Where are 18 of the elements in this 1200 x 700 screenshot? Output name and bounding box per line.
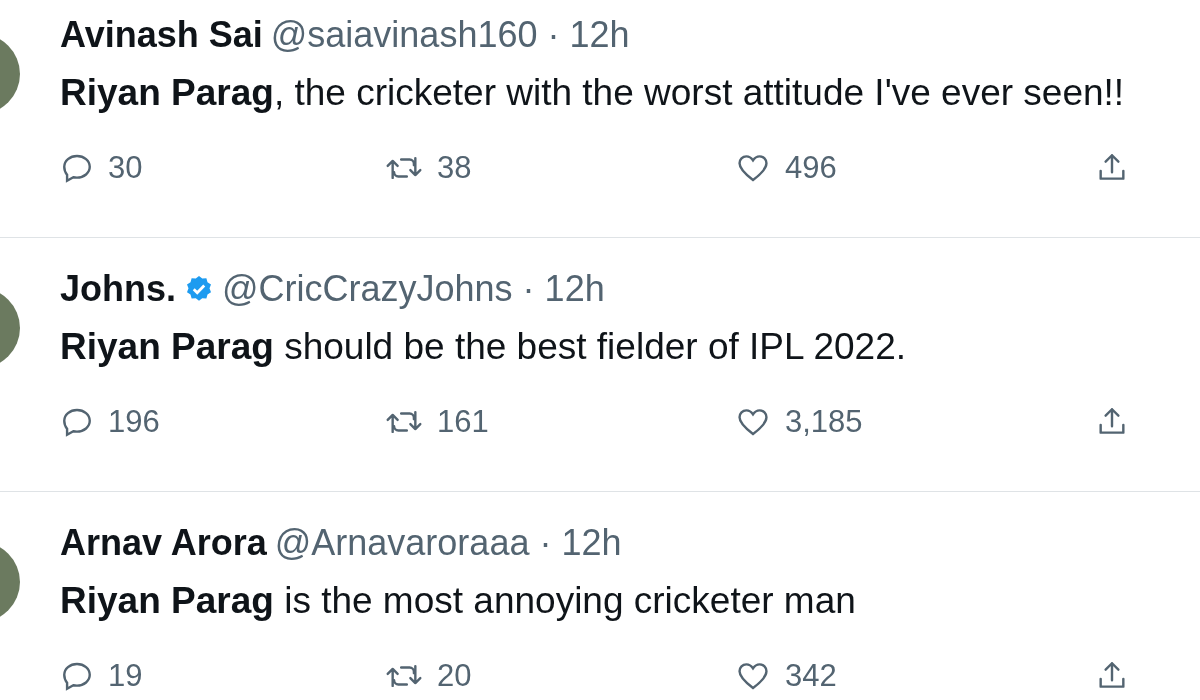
tweet-text: Riyan Parag, the cricketer with the worst attitude I've ever seen!!	[60, 71, 1126, 116]
retweet-count: 161	[437, 404, 489, 441]
reply-count: 30	[108, 150, 143, 187]
reply-count: 19	[108, 658, 143, 695]
handle-time: @saiavinash160 · 12h	[270, 14, 630, 56]
author-name[interactable]: Avinash Sai	[60, 14, 263, 56]
reply-count: 196	[108, 404, 160, 441]
retweet-count: 20	[437, 658, 472, 695]
author-name[interactable]: Johns.	[60, 268, 176, 310]
like-count: 496	[785, 150, 837, 187]
like-count: 3,185	[785, 404, 863, 441]
tweet-text: Riyan Parag should be the best fielder of IPL 2022.	[60, 325, 908, 370]
handle-time: @CricCrazyJohns · 12h	[222, 268, 605, 310]
tweet-text: Riyan Parag is the most annoying cricketer man	[60, 579, 857, 624]
handle-time: @Arnavaroraaa · 12h	[274, 522, 622, 564]
like-count: 342	[785, 658, 837, 695]
retweet-count: 38	[437, 150, 472, 187]
author-name[interactable]: Arnav Arora	[60, 522, 267, 564]
